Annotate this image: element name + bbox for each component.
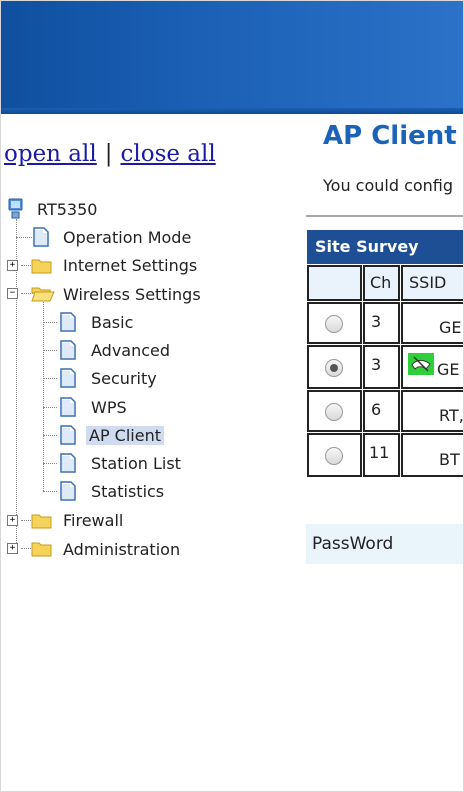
network-select-radio[interactable] (325, 447, 343, 465)
channel-cell: 3 (363, 345, 400, 389)
table-row (307, 302, 362, 344)
ssid-cell: RT, (401, 390, 463, 432)
open-folder-icon (31, 287, 55, 302)
network-select-radio[interactable] (325, 359, 343, 377)
table-header-select (307, 265, 362, 301)
ssid-cell: BT (401, 433, 463, 477)
tree-line (16, 237, 32, 238)
page-icon (60, 481, 76, 501)
expand-toggle[interactable]: + (7, 260, 18, 271)
tree-line (43, 378, 57, 379)
channel-cell: 3 (363, 302, 400, 344)
table-row (307, 433, 362, 477)
expand-toggle[interactable]: + (7, 543, 18, 554)
page-title: AP Client F (323, 121, 463, 151)
tree-expand-links: open all | close all (4, 141, 216, 167)
tree-item-operation-mode[interactable]: Operation Mode (60, 226, 194, 248)
tree-item-label: Advanced (91, 340, 171, 360)
page-icon (60, 397, 76, 417)
page-description: You could config (323, 176, 454, 195)
tree-item-firewall[interactable]: Firewall (60, 509, 126, 531)
folder-icon (31, 259, 52, 274)
network-select-radio[interactable] (325, 403, 343, 421)
tree-line (43, 491, 57, 492)
channel-cell: 6 (363, 390, 400, 432)
page-icon (60, 340, 76, 360)
tree-line (43, 322, 57, 323)
tree-root-label: RT5350 (37, 199, 98, 219)
tree-item-label: Administration (63, 539, 181, 559)
tree-line (43, 435, 57, 436)
password-row: PassWord (306, 524, 463, 564)
tree-item-basic[interactable]: Basic (88, 311, 136, 333)
tree-item-label: Firewall (63, 510, 124, 530)
tree-item-label: WPS (91, 397, 127, 417)
folder-icon (31, 514, 52, 529)
page-frame: open all | close all RT5350 Operation Mo… (0, 0, 464, 792)
tree-line (43, 463, 57, 464)
close-all-link[interactable]: close all (120, 141, 215, 167)
page-icon (60, 425, 76, 445)
tree-item-label: Security (91, 368, 157, 388)
open-all-link[interactable]: open all (4, 141, 97, 167)
site-survey-header: Site Survey (307, 230, 463, 264)
tree-line (43, 295, 44, 491)
table-header-channel: Ch (363, 265, 400, 301)
tree-item-label: Basic (91, 312, 134, 332)
tree-item-ap-client[interactable]: AP Client (86, 424, 164, 446)
header-banner (1, 1, 463, 114)
navigation-tree: RT5350 Operation Mode + Internet Setting… (1, 193, 301, 573)
page-icon (33, 227, 49, 247)
table-row (307, 390, 362, 432)
ssid-cell: GE (401, 302, 463, 344)
folder-icon (31, 542, 52, 557)
tree-item-label: Statistics (91, 481, 165, 501)
page-icon (60, 368, 76, 388)
tree-item-wps[interactable]: WPS (88, 396, 130, 418)
tree-item-statistics[interactable]: Statistics (88, 480, 167, 502)
tree-line (43, 407, 57, 408)
tree-item-wireless-settings[interactable]: Wireless Settings (60, 283, 204, 305)
password-label: PassWord (312, 534, 394, 554)
connected-icon (408, 353, 434, 375)
tree-item-internet-settings[interactable]: Internet Settings (60, 254, 200, 276)
tree-root[interactable]: RT5350 (34, 198, 100, 220)
tree-item-security[interactable]: Security (88, 367, 160, 389)
tree-item-station-list[interactable]: Station List (88, 452, 184, 474)
network-select-radio[interactable] (325, 315, 343, 333)
tree-item-administration[interactable]: Administration (60, 538, 183, 560)
channel-cell: 11 (363, 433, 400, 477)
page-icon (60, 312, 76, 332)
ssid-label: GE (437, 360, 460, 379)
tree-line (43, 350, 57, 351)
computer-icon (8, 198, 23, 219)
link-separator: | (104, 141, 113, 167)
tree-item-label: Station List (91, 453, 181, 473)
expand-toggle[interactable]: + (7, 515, 18, 526)
table-header-ssid: SSID (401, 265, 463, 301)
page-icon (60, 453, 76, 473)
table-row (307, 345, 362, 389)
tree-item-advanced[interactable]: Advanced (88, 339, 173, 361)
tree-item-label: Wireless Settings (63, 284, 201, 304)
tree-item-label: Internet Settings (63, 255, 198, 275)
tree-item-label: AP Client (86, 425, 164, 445)
divider (306, 215, 463, 217)
ssid-cell-connected: GE (401, 345, 463, 389)
tree-item-label: Operation Mode (63, 227, 192, 247)
collapse-toggle[interactable]: − (7, 288, 18, 299)
